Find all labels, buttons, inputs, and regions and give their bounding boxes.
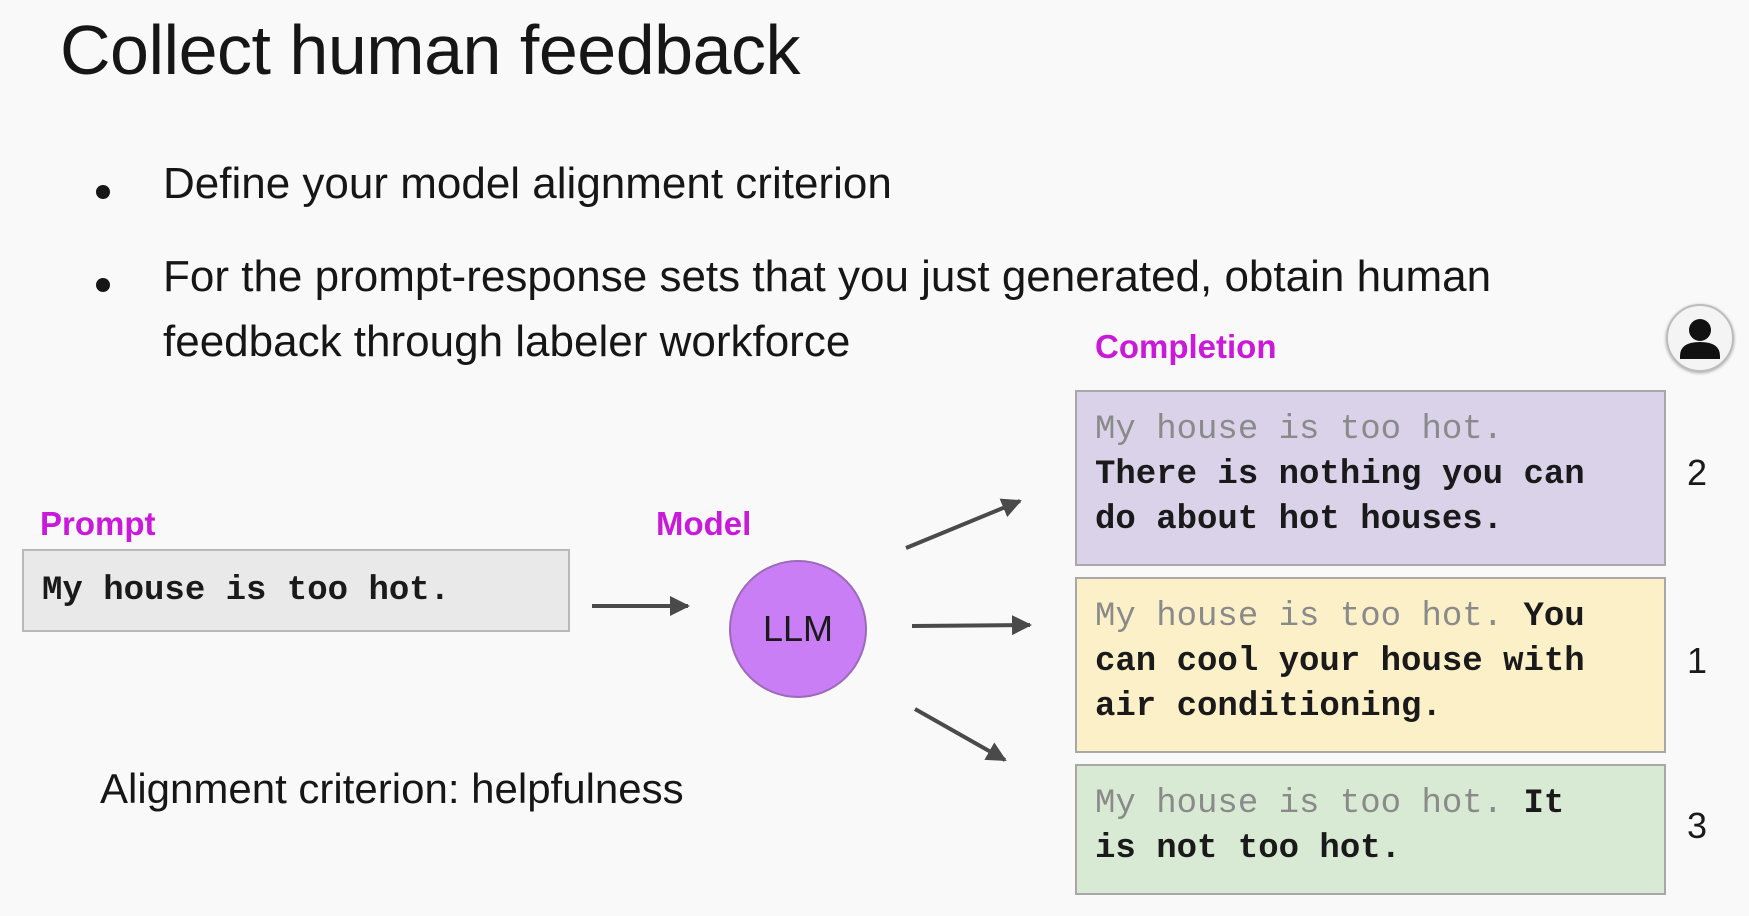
arrow-model-to-completion-1 bbox=[905, 498, 1022, 550]
arrow-model-to-completion-2 bbox=[911, 615, 1032, 636]
diagram-arrows bbox=[592, 498, 1032, 762]
arrow-model-to-completion-3 bbox=[914, 707, 1007, 762]
